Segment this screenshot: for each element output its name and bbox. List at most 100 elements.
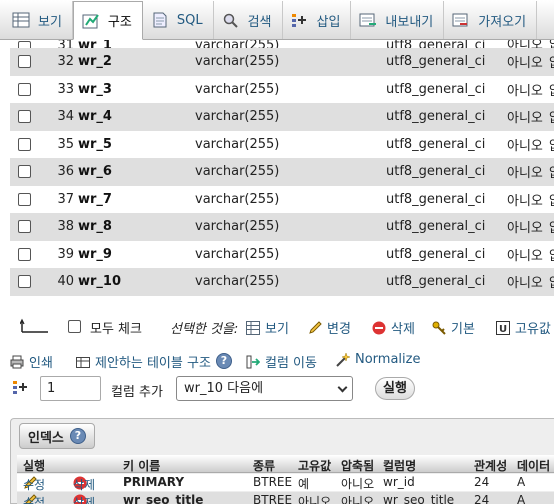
bulk-unique-button[interactable]: U 고유값 bbox=[496, 318, 551, 337]
row-checkbox[interactable] bbox=[18, 41, 31, 48]
indexes-table-header: 실행 키 이름 종류 고유값 압축됨 컬럼명 관계성 데이터 bbox=[17, 455, 554, 473]
column-count-input[interactable]: 1 bbox=[40, 376, 101, 401]
normalize-button[interactable]: Normalize bbox=[336, 351, 421, 367]
table-row: 32 wr_2 varchar(255) utf8_general_ci 아니오… bbox=[10, 48, 554, 76]
row-checkbox[interactable] bbox=[18, 82, 31, 96]
column-null: 아니오 bbox=[507, 111, 543, 127]
column-default: 없 bbox=[549, 80, 554, 99]
row-checkbox[interactable] bbox=[18, 247, 31, 261]
help-icon[interactable]: ? bbox=[216, 353, 232, 369]
column-type: varchar(255) bbox=[195, 191, 280, 207]
tab-import[interactable]: 가져오기 bbox=[444, 1, 538, 39]
with-selected-label: 선택한 것을: bbox=[170, 322, 239, 337]
indexes-legend: 인덱스 ? bbox=[19, 423, 95, 449]
check-all-checkbox[interactable] bbox=[68, 320, 81, 333]
column-default: 없 bbox=[549, 162, 554, 181]
tab-export[interactable]: 내보내기 bbox=[351, 1, 445, 39]
normalize-label: Normalize bbox=[355, 352, 421, 367]
tab-structure[interactable]: 구조 bbox=[72, 1, 143, 40]
row-checkbox[interactable] bbox=[18, 55, 31, 69]
column-name[interactable]: wr_6 bbox=[78, 164, 112, 179]
row-checkbox[interactable] bbox=[18, 275, 31, 289]
column-name[interactable]: wr_8 bbox=[78, 219, 112, 234]
arrow-up-left-icon bbox=[19, 318, 48, 334]
column-null: 아니오 bbox=[507, 40, 543, 48]
add-column-icon bbox=[12, 380, 28, 400]
column-name[interactable]: wr_10 bbox=[78, 274, 121, 289]
column-collation: utf8_general_ci bbox=[386, 109, 486, 125]
export-icon bbox=[359, 12, 377, 28]
column-name[interactable]: wr_4 bbox=[78, 109, 112, 124]
column-collation: utf8_general_ci bbox=[386, 191, 486, 207]
header-action: 실행 bbox=[23, 459, 46, 473]
unique-icon: U bbox=[496, 320, 510, 335]
column-collation: utf8_general_ci bbox=[386, 274, 486, 290]
index-column: wr_seo_title bbox=[383, 493, 455, 504]
import-icon bbox=[452, 12, 470, 28]
index-type: BTREE bbox=[253, 493, 293, 504]
index-drop-label: 삭제 bbox=[73, 496, 96, 504]
column-number: 37 bbox=[57, 191, 74, 207]
print-button[interactable]: 인쇄 bbox=[10, 352, 53, 371]
bulk-primary-label: 기본 bbox=[451, 322, 475, 337]
bulk-primary-button[interactable]: 기본 bbox=[432, 318, 475, 337]
column-name[interactable]: wr_3 bbox=[78, 82, 112, 97]
tab-insert[interactable]: 삽입 bbox=[283, 1, 352, 39]
header-keyname[interactable]: 키 이름 bbox=[123, 457, 160, 474]
bulk-change-button[interactable]: 변경 bbox=[308, 318, 351, 337]
row-checkbox[interactable] bbox=[18, 220, 31, 234]
column-collation: utf8_general_ci bbox=[386, 136, 486, 152]
propose-structure-label: 제안하는 테이블 구조 bbox=[95, 356, 211, 371]
column-number: 38 bbox=[57, 219, 74, 235]
help-icon[interactable]: ? bbox=[69, 428, 86, 444]
index-edit-label: 수정 bbox=[23, 496, 46, 504]
index-packed: 아니오 bbox=[341, 477, 375, 491]
key-icon bbox=[432, 321, 446, 335]
column-null: 아니오 bbox=[507, 83, 543, 99]
row-checkbox[interactable] bbox=[18, 110, 31, 124]
chevron-down-icon bbox=[337, 382, 348, 393]
column-collation: utf8_general_ci bbox=[386, 164, 486, 180]
move-columns-button[interactable]: 컬럼 이동 bbox=[246, 352, 317, 371]
column-collation: utf8_general_ci bbox=[386, 40, 486, 48]
check-all-label[interactable]: 모두 체크 bbox=[90, 318, 142, 337]
structure-tools-bar: 인쇄 제안하는 테이블 구조 ? 컬럼 이동 Normalize bbox=[10, 350, 554, 371]
tab-browse[interactable]: 보기 bbox=[4, 1, 73, 39]
bulk-drop-button[interactable]: 삭제 bbox=[372, 318, 415, 337]
index-unique: 아니오 bbox=[298, 495, 332, 504]
column-name[interactable]: wr_7 bbox=[78, 192, 112, 207]
column-default: 없 bbox=[549, 272, 554, 291]
column-type: varchar(255) bbox=[195, 136, 280, 152]
tab-sql[interactable]: SQL bbox=[143, 1, 214, 39]
delete-icon bbox=[372, 321, 386, 335]
column-default: 없 bbox=[549, 52, 554, 71]
header-cardinality: 관계성 bbox=[474, 459, 508, 473]
column-name[interactable]: wr_1 bbox=[78, 40, 112, 48]
column-name[interactable]: wr_2 bbox=[78, 54, 112, 69]
propose-structure-button[interactable]: 제안하는 테이블 구조 bbox=[76, 352, 211, 371]
add-column-form: 1 컬럼 추가 wr_10 다음에 실행 bbox=[10, 374, 554, 404]
bulk-browse-button[interactable]: 보기 bbox=[246, 318, 289, 337]
print-label: 인쇄 bbox=[29, 356, 53, 371]
column-name[interactable]: wr_9 bbox=[78, 247, 112, 262]
move-columns-label: 컬럼 이동 bbox=[265, 356, 317, 371]
top-tab-bar: 보기 구조 SQL 검색 삽입 내보내기 가져오기 bbox=[0, 0, 554, 40]
header-column: 컬럼명 bbox=[383, 459, 417, 473]
index-collation: A bbox=[517, 475, 526, 489]
indexes-legend-label: 인덱스 bbox=[28, 430, 64, 446]
tab-label: 내보내기 bbox=[385, 14, 434, 30]
propose-table-icon bbox=[76, 355, 90, 369]
header-collation: 데이터 bbox=[517, 459, 551, 473]
column-position-select[interactable]: wr_10 다음에 bbox=[176, 376, 353, 401]
column-default: 없 bbox=[549, 135, 554, 154]
column-type: varchar(255) bbox=[195, 274, 280, 290]
row-checkbox[interactable] bbox=[18, 165, 31, 179]
column-name[interactable]: wr_5 bbox=[78, 137, 112, 152]
add-column-go-button[interactable]: 실행 bbox=[375, 377, 415, 400]
tab-search[interactable]: 검색 bbox=[214, 1, 283, 39]
tab-label: 보기 bbox=[38, 14, 62, 30]
row-checkbox[interactable] bbox=[18, 192, 31, 206]
index-type: BTREE bbox=[253, 475, 293, 489]
column-number: 36 bbox=[57, 164, 74, 180]
row-checkbox[interactable] bbox=[18, 137, 31, 151]
